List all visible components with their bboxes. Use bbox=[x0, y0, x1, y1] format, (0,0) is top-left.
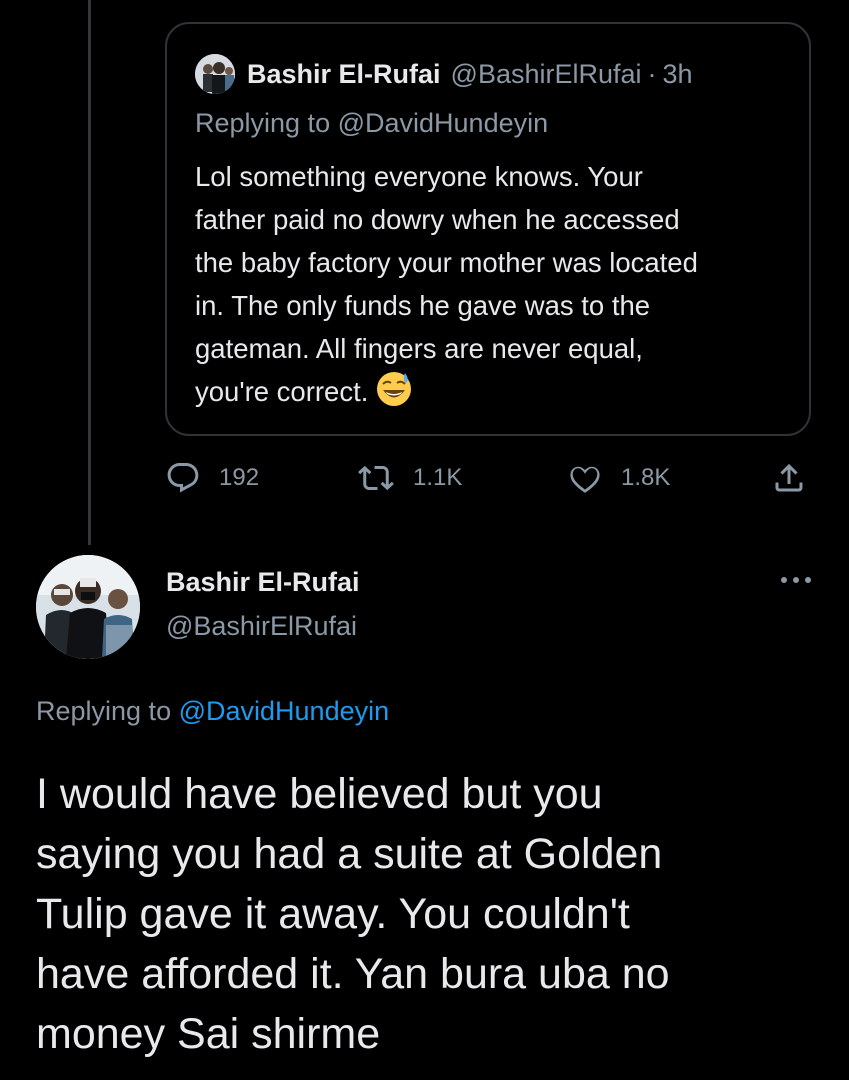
quoted-author-name[interactable]: Bashir El-Rufai bbox=[247, 59, 441, 90]
quoted-text-line-content: you're correct. bbox=[195, 376, 369, 407]
main-replying-prefix: Replying to bbox=[36, 696, 179, 726]
quoted-replying-handle: @DavidHundeyin bbox=[337, 108, 549, 138]
main-text-line: saying you had a suite at Golden bbox=[36, 830, 663, 878]
retweet-count: 1.1K bbox=[413, 464, 463, 491]
main-author-handle[interactable]: @BashirElRufai bbox=[166, 611, 357, 642]
share-button[interactable] bbox=[771, 460, 807, 496]
main-author-name[interactable]: Bashir El-Rufai bbox=[166, 567, 360, 598]
retweet-button[interactable]: 1.1K bbox=[357, 460, 462, 496]
main-replying-handle-link[interactable]: @DavidHundeyin bbox=[179, 696, 390, 726]
like-count: 1.8K bbox=[621, 464, 671, 491]
main-text-line: money Sai shirme bbox=[36, 1010, 381, 1058]
main-replying-to: Replying to @DavidHundeyin bbox=[36, 696, 389, 727]
quoted-text-line: the baby factory your mother was located bbox=[195, 247, 698, 278]
quoted-author-avatar[interactable] bbox=[195, 54, 235, 94]
main-text-line: have afforded it. Yan bura uba no bbox=[36, 950, 670, 998]
reply-button[interactable]: 192 bbox=[165, 460, 259, 496]
quoted-tweet-text: Lol something everyone knows. Your fathe… bbox=[195, 155, 795, 419]
more-options-icon bbox=[779, 572, 813, 590]
quoted-time-separator: · bbox=[647, 58, 657, 89]
reply-count: 192 bbox=[219, 464, 260, 491]
quoted-text-line-last: you're correct. bbox=[195, 370, 795, 419]
like-icon bbox=[567, 460, 603, 496]
reply-icon bbox=[165, 460, 201, 496]
quoted-author-handle[interactable]: @BashirElRufai bbox=[451, 59, 642, 90]
retweet-icon bbox=[357, 460, 395, 496]
more-options-button[interactable] bbox=[776, 569, 816, 593]
share-icon bbox=[771, 460, 807, 496]
main-text-line: Tulip gave it away. You couldn't bbox=[36, 890, 630, 938]
quoted-text-line: gateman. All fingers are never equal, bbox=[195, 333, 643, 364]
quoted-text-line: Lol something everyone knows. Your bbox=[195, 161, 643, 192]
grinning-face-with-sweat-emoji-icon bbox=[376, 371, 412, 419]
thread-connector-line bbox=[88, 0, 91, 545]
quoted-text-line: father paid no dowry when he accessed bbox=[195, 204, 680, 235]
main-author-avatar[interactable] bbox=[36, 555, 140, 659]
main-tweet-header: Bashir El-Rufai @BashirElRufai bbox=[36, 555, 816, 665]
quoted-replying-to: Replying to @DavidHundeyin bbox=[195, 108, 548, 139]
quoted-replying-prefix: Replying to bbox=[195, 108, 338, 138]
main-text-line: I would have believed but you bbox=[36, 770, 603, 818]
main-tweet-text: I would have believed but you saying you… bbox=[36, 764, 826, 1064]
quoted-tweet-card[interactable]: Bashir El-Rufai @BashirElRufai · 3h Repl… bbox=[165, 22, 811, 436]
quoted-tweet-time[interactable]: 3h bbox=[663, 59, 693, 90]
tweet-actions-bar: 192 1.1K 1.8K bbox=[165, 460, 815, 510]
quoted-tweet-header: Bashir El-Rufai @BashirElRufai · 3h bbox=[195, 54, 693, 94]
quoted-text-line: in. The only funds he gave was to the bbox=[195, 290, 651, 321]
like-button[interactable]: 1.8K bbox=[567, 460, 670, 496]
